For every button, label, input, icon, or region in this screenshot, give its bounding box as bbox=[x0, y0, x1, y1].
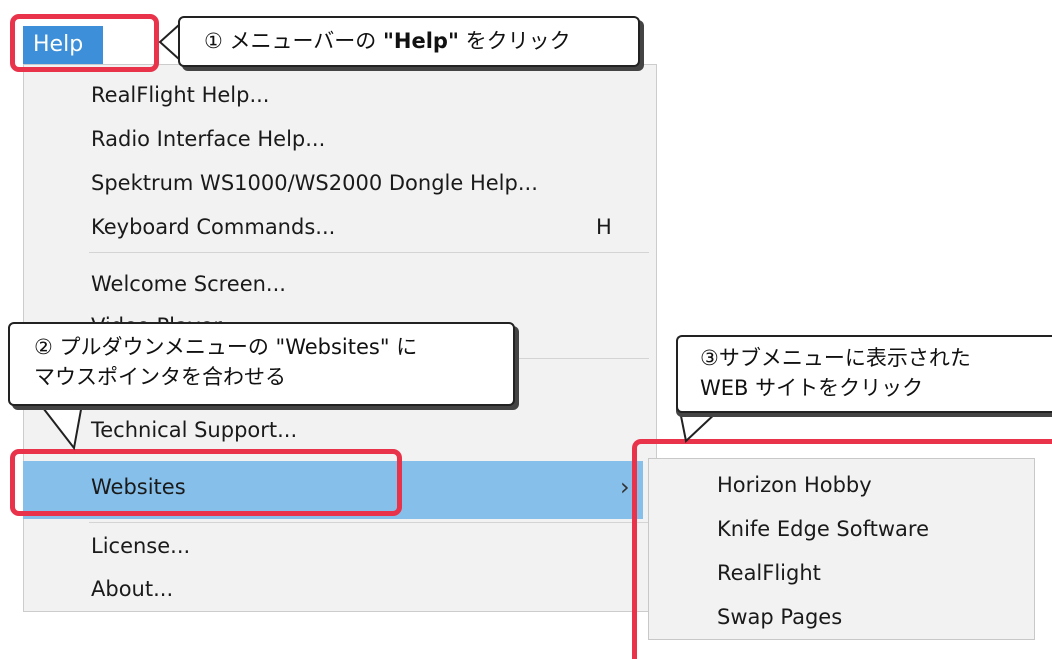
callout-3-line-1: ③サブメニューに表示された bbox=[700, 346, 971, 370]
chevron-right-icon: › bbox=[620, 473, 630, 501]
menu-item-spektrum-dongle-help[interactable]: Spektrum WS1000/WS2000 Dongle Help... bbox=[91, 171, 538, 195]
callout-step-1: ① メニューバーの "Help" をクリック bbox=[178, 16, 640, 67]
callout-step-2: ② プルダウンメニューの "Websites" に マウスポインタを合わせる bbox=[8, 322, 515, 406]
callout-1-text-pre: ① メニューバーの bbox=[204, 29, 383, 53]
callout-pointer bbox=[38, 402, 84, 451]
menu-item-technical-support[interactable]: Technical Support... bbox=[91, 418, 297, 442]
menu-item-welcome-screen[interactable]: Welcome Screen... bbox=[91, 272, 286, 296]
menu-item-radio-interface-help[interactable]: Radio Interface Help... bbox=[91, 127, 325, 151]
callout-1-text-bold: "Help" bbox=[382, 29, 459, 53]
menu-item-about[interactable]: About... bbox=[91, 577, 173, 601]
callout-3-line-2: WEB サイトをクリック bbox=[700, 376, 924, 400]
callout-2-line-2: マウスポインタを合わせる bbox=[34, 365, 286, 389]
annotation-highlight-websites bbox=[10, 449, 402, 516]
callout-1-text-post: をクリック bbox=[458, 29, 571, 53]
annotation-highlight-submenu bbox=[632, 439, 1052, 659]
callout-step-3: ③サブメニューに表示された WEB サイトをクリック bbox=[676, 335, 1052, 413]
menu-item-realflight-help[interactable]: RealFlight Help... bbox=[91, 83, 269, 107]
menu-item-license[interactable]: License... bbox=[91, 534, 190, 558]
shortcut-key: H bbox=[596, 215, 612, 239]
callout-2-line-1: ② プルダウンメニューの "Websites" に bbox=[34, 335, 418, 359]
menu-item-keyboard-commands[interactable]: Keyboard Commands... bbox=[91, 215, 335, 239]
callout-pointer bbox=[678, 409, 721, 443]
menu-separator bbox=[89, 252, 649, 253]
menu-separator bbox=[89, 522, 649, 523]
annotation-highlight-help bbox=[10, 14, 159, 72]
